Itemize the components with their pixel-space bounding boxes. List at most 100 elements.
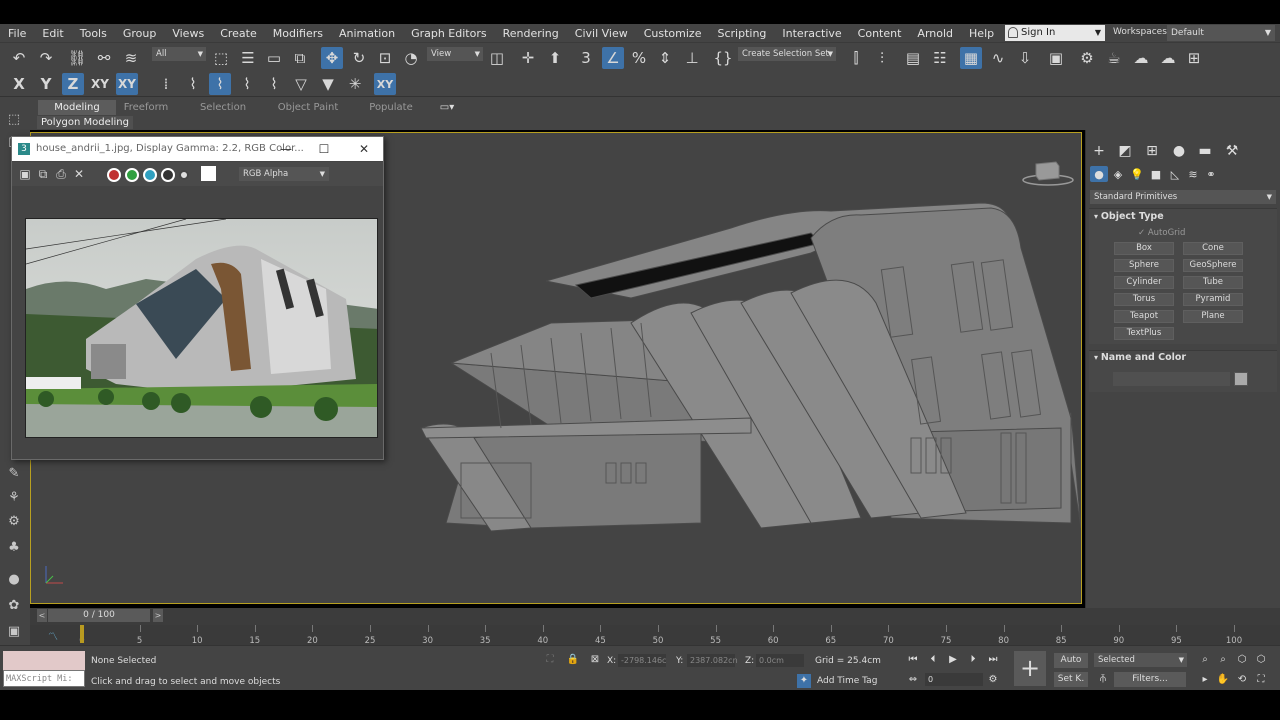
field-of-view-icon[interactable]: ▸: [1198, 673, 1212, 687]
redo-icon[interactable]: ↷: [35, 47, 57, 69]
populate-icon[interactable]: ⚘: [4, 488, 24, 506]
polygon-modeling-panel[interactable]: Polygon Modeling: [37, 116, 133, 129]
hierarchy-tab-icon[interactable]: ⊞: [1142, 142, 1162, 160]
sphere-icon[interactable]: ●: [4, 570, 24, 588]
select-scale-icon[interactable]: ⊡: [374, 47, 396, 69]
spinner-snap-icon[interactable]: ⇕: [654, 47, 676, 69]
current-frame-field[interactable]: 0: [925, 673, 983, 686]
select-rotate-icon[interactable]: ↻: [348, 47, 370, 69]
image-window-titlebar[interactable]: 3 house_andrii_1.jpg, Display Gamma: 2.2…: [12, 137, 383, 161]
textplus-button[interactable]: TextPlus: [1114, 327, 1174, 340]
filters-button[interactable]: Filters...: [1114, 672, 1186, 687]
align-icon[interactable]: ⫶: [871, 47, 893, 69]
keyboard-shortcut-toggle-icon[interactable]: ⬆: [544, 47, 566, 69]
object-color-swatch[interactable]: [1234, 372, 1248, 386]
gear-icon[interactable]: ⚙: [4, 512, 24, 530]
zoom-icon[interactable]: ⌕: [1198, 653, 1212, 667]
tab-selection[interactable]: Selection: [194, 100, 252, 115]
channel-select[interactable]: RGB Alpha ▼: [239, 167, 329, 181]
next-frame-arrow[interactable]: >: [153, 609, 163, 622]
maximize-icon[interactable]: ☐: [305, 137, 343, 161]
restrict-plane-button[interactable]: XY: [116, 73, 138, 95]
pyramid-button[interactable]: Pyramid: [1183, 293, 1243, 306]
render-setup-icon[interactable]: ⚙: [1076, 47, 1098, 69]
mirror-icon[interactable]: ⫿: [845, 47, 867, 69]
time-slider[interactable]: < 0 / 100 >: [30, 608, 1280, 625]
y-coordinate-field[interactable]: 2387.082cn: [687, 654, 738, 667]
ribbon-options-icon[interactable]: ▭▾: [436, 100, 458, 115]
set-key-button[interactable]: Set K.: [1054, 672, 1088, 687]
menu-tools[interactable]: Tools: [72, 27, 115, 40]
motion-tab-icon[interactable]: ●: [1169, 142, 1189, 160]
green-channel-toggle[interactable]: [125, 168, 139, 182]
link-icon[interactable]: ⛓: [66, 47, 88, 69]
torus-button[interactable]: Torus: [1114, 293, 1174, 306]
sphere-button[interactable]: Sphere: [1114, 259, 1174, 272]
menu-group[interactable]: Group: [115, 27, 165, 40]
add-time-tag[interactable]: Add Time Tag: [817, 676, 877, 686]
utilities-tab-icon[interactable]: ⚒: [1222, 142, 1242, 160]
menu-graph-editors[interactable]: Graph Editors: [403, 27, 495, 40]
percent-snap-icon[interactable]: %: [628, 47, 650, 69]
next-frame-icon[interactable]: ⏵: [966, 653, 980, 667]
clear-icon[interactable]: ✕: [68, 163, 90, 185]
restrict-xy-button[interactable]: XY: [89, 73, 111, 95]
zoom-all-icon[interactable]: ⌕: [1216, 653, 1230, 667]
object-name-field[interactable]: [1113, 372, 1230, 386]
named-selection-icon[interactable]: {}: [712, 47, 734, 69]
geosphere-button[interactable]: GeoSphere: [1183, 259, 1243, 272]
z-coordinate-field[interactable]: 0.0cm: [756, 654, 804, 667]
current-frame-marker[interactable]: [80, 625, 84, 643]
teapot-button[interactable]: Teapot: [1114, 310, 1174, 323]
menu-scripting[interactable]: Scripting: [709, 27, 774, 40]
create-tab-icon[interactable]: +: [1089, 142, 1109, 160]
schematic-view-icon[interactable]: ⇩: [1014, 47, 1036, 69]
modify-tab-icon[interactable]: ◩: [1115, 142, 1135, 160]
a360-gallery-icon[interactable]: ⊞: [1183, 47, 1205, 69]
plane-button[interactable]: Plane: [1183, 310, 1243, 323]
plant-icon[interactable]: ♣: [4, 538, 24, 556]
track-bar[interactable]: 〽 05101520253035404550556065707580859095…: [30, 625, 1280, 646]
shapes-icon[interactable]: ◈: [1109, 166, 1127, 182]
alpha-channel-toggle[interactable]: [161, 168, 175, 182]
cone-button[interactable]: Cone: [1183, 242, 1243, 255]
place-icon[interactable]: ◔: [400, 47, 422, 69]
geometry-icon[interactable]: ●: [1090, 166, 1108, 182]
go-to-end-icon[interactable]: ⏭: [986, 653, 1000, 667]
restrict-y-button[interactable]: Y: [35, 73, 57, 95]
menu-civil-view[interactable]: Civil View: [567, 27, 636, 40]
menu-animation[interactable]: Animation: [331, 27, 403, 40]
unlink-icon[interactable]: ⚯: [93, 47, 115, 69]
maxscript-listener[interactable]: MAXScript Mi:: [3, 651, 85, 689]
minimize-icon[interactable]: —: [267, 137, 305, 161]
tab-object-paint[interactable]: Object Paint: [272, 100, 344, 115]
create-selection-set-select[interactable]: Create Selection Set ▼: [738, 47, 836, 61]
tube-button[interactable]: Tube: [1183, 276, 1243, 289]
blue-channel-toggle[interactable]: [143, 168, 157, 182]
prev-frame-arrow[interactable]: <: [37, 609, 47, 622]
tab-modeling[interactable]: Modeling: [38, 100, 116, 115]
select-object-icon[interactable]: ⬚: [210, 47, 232, 69]
background-color-swatch[interactable]: [201, 166, 216, 181]
menu-customize[interactable]: Customize: [636, 27, 710, 40]
menu-create[interactable]: Create: [212, 27, 265, 40]
go-to-start-icon[interactable]: ⏮: [906, 653, 920, 667]
category-select[interactable]: Standard Primitives ▼: [1090, 190, 1276, 204]
menu-views[interactable]: Views: [164, 27, 212, 40]
absolute-mode-icon[interactable]: ⊠: [588, 653, 602, 667]
snap-pivot-icon[interactable]: ▼: [317, 73, 339, 95]
select-by-name-icon[interactable]: ☰: [237, 47, 259, 69]
restrict-z-button[interactable]: Z: [62, 73, 84, 95]
edit-named-selection-icon[interactable]: ⊥: [681, 47, 703, 69]
workspace-select[interactable]: Default ▼: [1167, 25, 1275, 41]
key-tangent-icon[interactable]: ⫚: [1096, 672, 1110, 686]
lights-icon[interactable]: 💡: [1128, 166, 1146, 182]
x-coordinate-field[interactable]: -2798.146c: [618, 654, 666, 667]
render-production-icon[interactable]: ☁: [1130, 47, 1152, 69]
menu-modifiers[interactable]: Modifiers: [265, 27, 331, 40]
reference-coord-select[interactable]: View ▼: [427, 47, 483, 61]
menu-help[interactable]: Help: [961, 27, 1002, 40]
snap-toggle-icon[interactable]: 3: [575, 47, 597, 69]
snap-vertex-icon[interactable]: ⌇: [182, 73, 204, 95]
undo-icon[interactable]: ↶: [8, 47, 30, 69]
